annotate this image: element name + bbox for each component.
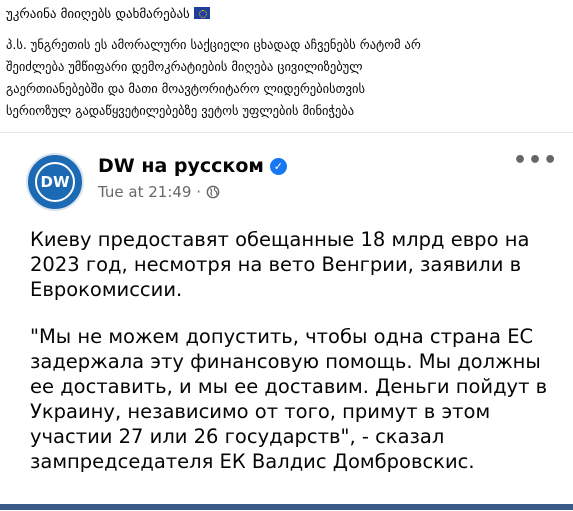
post-meta: Tue at 21:49 ·	[98, 183, 220, 201]
meta-separator: ·	[191, 183, 206, 201]
page-name-text[interactable]: DW на русском	[98, 155, 264, 177]
post-paragraph: "Мы не можем допустить, чтобы одна стран…	[30, 325, 548, 473]
post-paragraph: Киеву предоставят обещанные 18 млрд евро…	[30, 228, 530, 301]
page-name[interactable]: DW на русском ✓	[98, 155, 287, 177]
avatar[interactable]: DW	[26, 153, 84, 211]
dw-logo-icon: DW	[35, 162, 75, 202]
attached-image-edge[interactable]	[0, 504, 573, 510]
caption-section: უკრაინა მიიღებს დახმარებას პ.ს. უნგრეთის…	[0, 0, 573, 132]
facebook-post-card: DW DW на русском ✓ Tue at 21:49 · ••• Кие…	[0, 132, 573, 511]
post-text: Киеву предоставят обещанные 18 млрд евро…	[30, 227, 560, 474]
more-options-icon[interactable]: •••	[513, 150, 557, 175]
caption-title-text: უკრაინა მიიღებს დახმარებას	[6, 7, 190, 22]
globe-icon[interactable]	[206, 185, 220, 199]
eu-flag-icon	[193, 7, 210, 19]
caption-title: უკრაინა მიიღებს დახმარებას	[6, 6, 210, 23]
caption-body: პ.ს. უნგრეთის ეს ამორალური საქციელი ცხად…	[6, 37, 421, 118]
post-timestamp[interactable]: Tue at 21:49	[98, 183, 191, 201]
verified-badge-icon: ✓	[269, 158, 287, 175]
